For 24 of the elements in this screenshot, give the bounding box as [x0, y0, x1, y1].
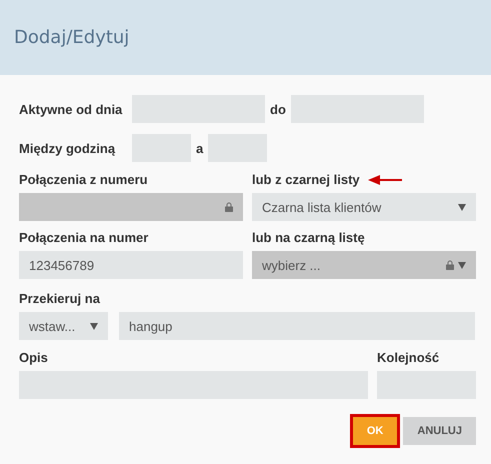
dialog-title: Dodaj/Edytuj	[14, 27, 130, 48]
lock-icon	[446, 260, 454, 270]
number-field[interactable]: 123456789	[19, 251, 243, 279]
blacklist-select[interactable]: wybierz ...	[252, 251, 476, 279]
field-label: Opis	[19, 350, 49, 365]
field-label: Kolejność	[377, 350, 440, 365]
redirect-field[interactable]: hangup	[119, 312, 475, 340]
field-label: lub z czarnej listy	[252, 172, 360, 187]
caret-icon	[458, 204, 466, 210]
field-label: Połączenia z numeru	[19, 172, 149, 187]
redirect-select[interactable]: wstaw...	[19, 312, 108, 340]
caret-icon	[458, 262, 466, 268]
cancel-button[interactable]: ANULUJ	[403, 417, 476, 445]
caret-icon	[90, 322, 98, 330]
field-label: do	[270, 102, 286, 116]
field-label: Między godziną	[19, 140, 116, 156]
field-label: lub na czarną listę	[252, 230, 366, 245]
field-label: Aktywne od dnia	[19, 102, 124, 116]
lock-icon	[225, 202, 233, 212]
blacklist-select[interactable]: Czarna lista klientów	[252, 193, 476, 221]
field-label: a	[196, 140, 204, 156]
field-label: Przekieruj na	[19, 291, 101, 306]
field-label: Połączenia na numer	[19, 230, 150, 245]
number-field[interactable]	[19, 193, 243, 221]
